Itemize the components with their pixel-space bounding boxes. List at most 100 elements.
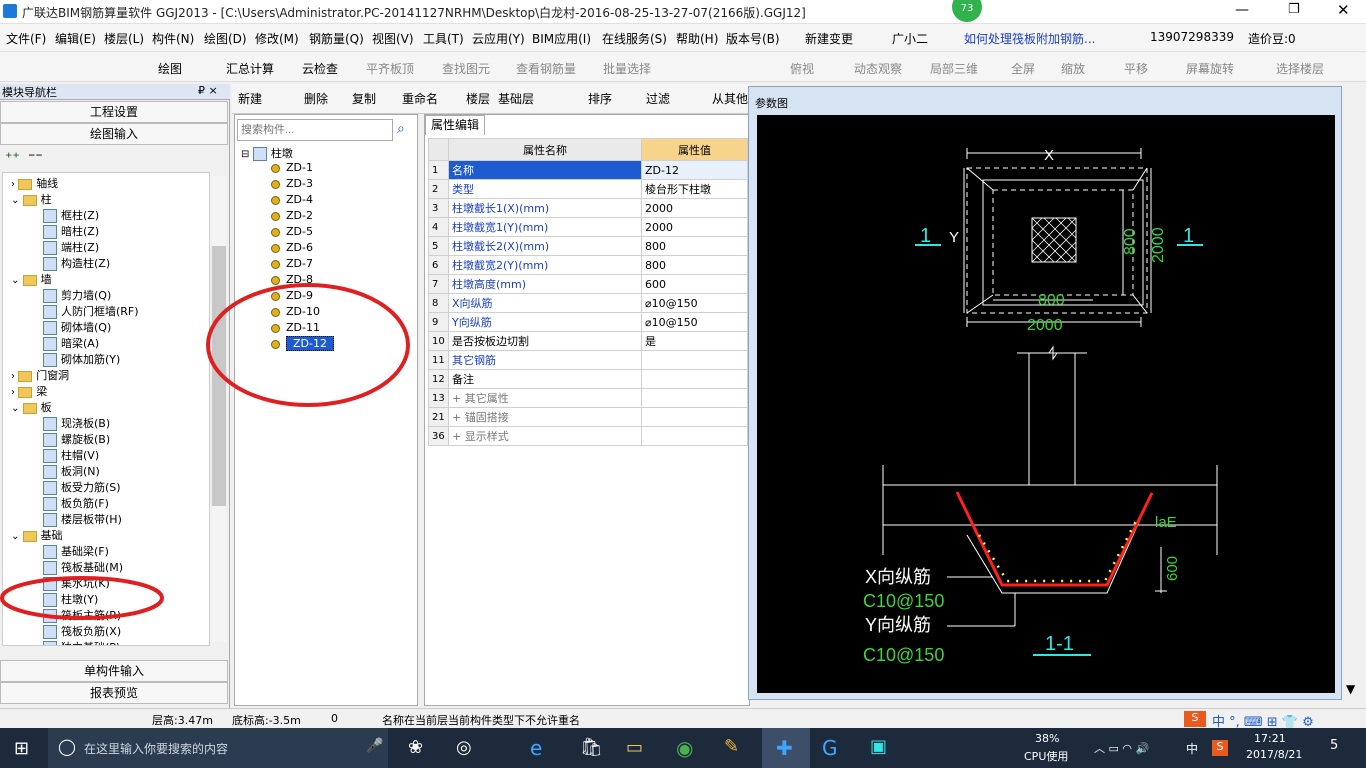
property-value[interactable] xyxy=(641,426,748,446)
property-row[interactable]: 21 + 锚固搭接 xyxy=(428,407,748,427)
tray-icons[interactable]: ︿ ▭ ◠ 🔊 xyxy=(1094,740,1149,756)
drawing-input-button[interactable]: 绘图输入 xyxy=(0,123,228,145)
property-row[interactable]: 2 类型 棱台形下柱墩 xyxy=(428,179,748,199)
tool-pan[interactable]: 平移 xyxy=(1124,60,1148,77)
nav-folder[interactable]: › 门窗洞 xyxy=(11,367,69,383)
expand-toggle-icon[interactable]: › xyxy=(11,371,18,382)
tool-view-rebar[interactable]: 查看钢筋量 xyxy=(516,60,576,77)
user-phone[interactable]: 13907298339 xyxy=(1150,30,1234,44)
glodon-icon[interactable]: G xyxy=(822,736,838,760)
nav-item[interactable]: 人防门框墙(RF) xyxy=(43,303,139,319)
browser-icon[interactable]: ◉ xyxy=(676,736,693,760)
expand-toggle-icon[interactable]: ⌄ xyxy=(11,195,23,206)
comp-floor-select[interactable]: 基础层 xyxy=(498,90,534,107)
nav-item[interactable]: 柱帽(V) xyxy=(43,447,99,463)
tool-summary[interactable]: 汇总计算 xyxy=(226,60,274,77)
expand-toggle-icon[interactable]: ⌄ xyxy=(11,403,23,414)
nav-folder[interactable]: › 轴线 xyxy=(11,175,58,191)
property-row[interactable]: 3 柱墩截长1(X)(mm) 2000 xyxy=(428,198,748,218)
scroll-down-icon[interactable]: ▼ xyxy=(1346,682,1355,696)
windows-start-icon[interactable]: ⊞ xyxy=(14,738,29,759)
sogou-ime-icon[interactable]: S xyxy=(1184,711,1206,727)
nav-item[interactable]: 砌体墙(Q) xyxy=(43,319,111,335)
minimize-button[interactable]: — xyxy=(1235,2,1249,18)
component-search-input[interactable] xyxy=(237,119,393,141)
help-link[interactable]: 如何处理筏板附加钢筋... xyxy=(964,30,1095,47)
nav-item[interactable]: 剪力墙(Q) xyxy=(43,287,111,303)
menu-assistant[interactable]: 广小二 xyxy=(892,30,928,47)
search-icon[interactable]: ⌕ xyxy=(397,121,405,137)
menu-modify[interactable]: 修改(M) xyxy=(255,30,299,47)
property-value[interactable] xyxy=(641,407,748,427)
component-item[interactable]: ZD-8 xyxy=(271,273,313,286)
comp-copy-from-button[interactable]: 从其他 xyxy=(712,90,748,107)
edge-icon[interactable]: e xyxy=(530,736,542,760)
property-value[interactable] xyxy=(641,369,748,389)
comp-copy-button[interactable]: 复制 xyxy=(352,90,376,107)
nav-item[interactable]: 筏板主筋(R) xyxy=(43,607,121,623)
expand-toggle-icon[interactable]: ⌄ xyxy=(11,275,23,286)
property-row[interactable]: 13 + 其它属性 xyxy=(428,388,748,408)
comp-delete-button[interactable]: 删除 xyxy=(304,90,328,107)
properties-tab[interactable]: 属性编辑 xyxy=(425,115,485,135)
notes-icon[interactable]: ✎ xyxy=(724,736,739,757)
menu-file[interactable]: 文件(F) xyxy=(6,30,46,47)
tool-select-floor[interactable]: 选择楼层 xyxy=(1276,60,1324,77)
component-item[interactable]: ZD-6 xyxy=(271,241,313,254)
tool-local-3d[interactable]: 局部三维 xyxy=(930,60,978,77)
notification-badge[interactable]: 73 xyxy=(952,0,982,22)
close-button[interactable]: ✕ xyxy=(1337,1,1350,19)
component-item[interactable]: ZD-5 xyxy=(271,225,313,238)
property-value[interactable]: 2000 xyxy=(641,217,748,237)
nav-item[interactable]: 集水坑(K) xyxy=(43,575,110,591)
project-settings-button[interactable]: 工程设置 xyxy=(0,101,228,123)
nav-item[interactable]: 筏板负筋(X) xyxy=(43,623,121,639)
expand-all-icon[interactable]: ⁺⁺ xyxy=(5,150,20,166)
taskbar-ggj-app[interactable]: ✚ xyxy=(762,728,810,768)
taskbar-app-1-icon[interactable]: ❀ xyxy=(408,737,423,758)
nav-pin-icon[interactable]: ₽ × xyxy=(198,84,218,97)
component-item[interactable]: ZD-9 xyxy=(271,289,313,302)
report-preview-button[interactable]: 报表预览 xyxy=(0,682,228,704)
component-item[interactable]: ZD-10 xyxy=(271,305,320,318)
menu-edit[interactable]: 编辑(E) xyxy=(55,30,96,47)
nav-item[interactable]: 砌体加筋(Y) xyxy=(43,351,120,367)
single-component-input-button[interactable]: 单构件输入 xyxy=(0,660,228,682)
component-item[interactable]: ZD-3 xyxy=(271,177,313,190)
nav-item[interactable]: 基础梁(F) xyxy=(43,543,109,559)
nav-item[interactable]: 框柱(Z) xyxy=(43,207,99,223)
comp-filter-button[interactable]: 过滤 xyxy=(646,90,670,107)
component-item[interactable]: ZD-4 xyxy=(271,193,313,206)
expand-toggle-icon[interactable]: ⌄ xyxy=(11,531,23,542)
expand-toggle-icon[interactable]: › xyxy=(11,179,18,190)
tool-find[interactable]: 查找图元 xyxy=(442,60,490,77)
menu-view[interactable]: 视图(V) xyxy=(372,30,414,47)
mic-icon[interactable]: 🎤 xyxy=(366,738,383,754)
property-row[interactable]: 7 柱墩高度(mm) 600 xyxy=(428,274,748,294)
component-item[interactable]: ZD-7 xyxy=(271,257,313,270)
tool-draw[interactable]: 绘图 xyxy=(158,60,182,77)
menu-tools[interactable]: 工具(T) xyxy=(423,30,464,47)
property-row[interactable]: 12 备注 xyxy=(428,369,748,389)
nav-item[interactable]: 板受力筋(S) xyxy=(43,479,121,495)
component-item[interactable]: ZD-2 xyxy=(271,209,313,222)
nav-item[interactable]: 楼层板带(H) xyxy=(43,511,122,527)
restore-button[interactable]: ❐ xyxy=(1288,2,1300,17)
nav-item[interactable]: 板负筋(F) xyxy=(43,495,109,511)
property-row[interactable]: 36 + 显示样式 xyxy=(428,426,748,446)
notification-count[interactable]: 5 xyxy=(1330,738,1338,753)
nav-item[interactable]: 构造柱(Z) xyxy=(43,255,110,271)
property-value[interactable]: ⌀10@150 xyxy=(641,293,748,313)
tool-zoom[interactable]: 缩放 xyxy=(1061,60,1085,77)
gtj-icon[interactable]: ▣ xyxy=(870,736,887,757)
comp-rename-button[interactable]: 重命名 xyxy=(402,90,438,107)
property-value[interactable]: 800 xyxy=(641,255,748,275)
property-row[interactable]: 10 是否按板边切割是 xyxy=(428,331,748,351)
tool-topview[interactable]: 俯视 xyxy=(790,60,814,77)
tool-cloud-check[interactable]: 云检查 xyxy=(302,60,338,77)
tool-batch-select[interactable]: 批量选择 xyxy=(603,60,651,77)
menu-draw[interactable]: 绘图(D) xyxy=(204,30,247,47)
property-value[interactable]: 800 xyxy=(641,236,748,256)
nav-folder[interactable]: ⌄ 柱 xyxy=(11,191,52,207)
property-row[interactable]: 6 柱墩截宽2(Y)(mm) 800 xyxy=(428,255,748,275)
